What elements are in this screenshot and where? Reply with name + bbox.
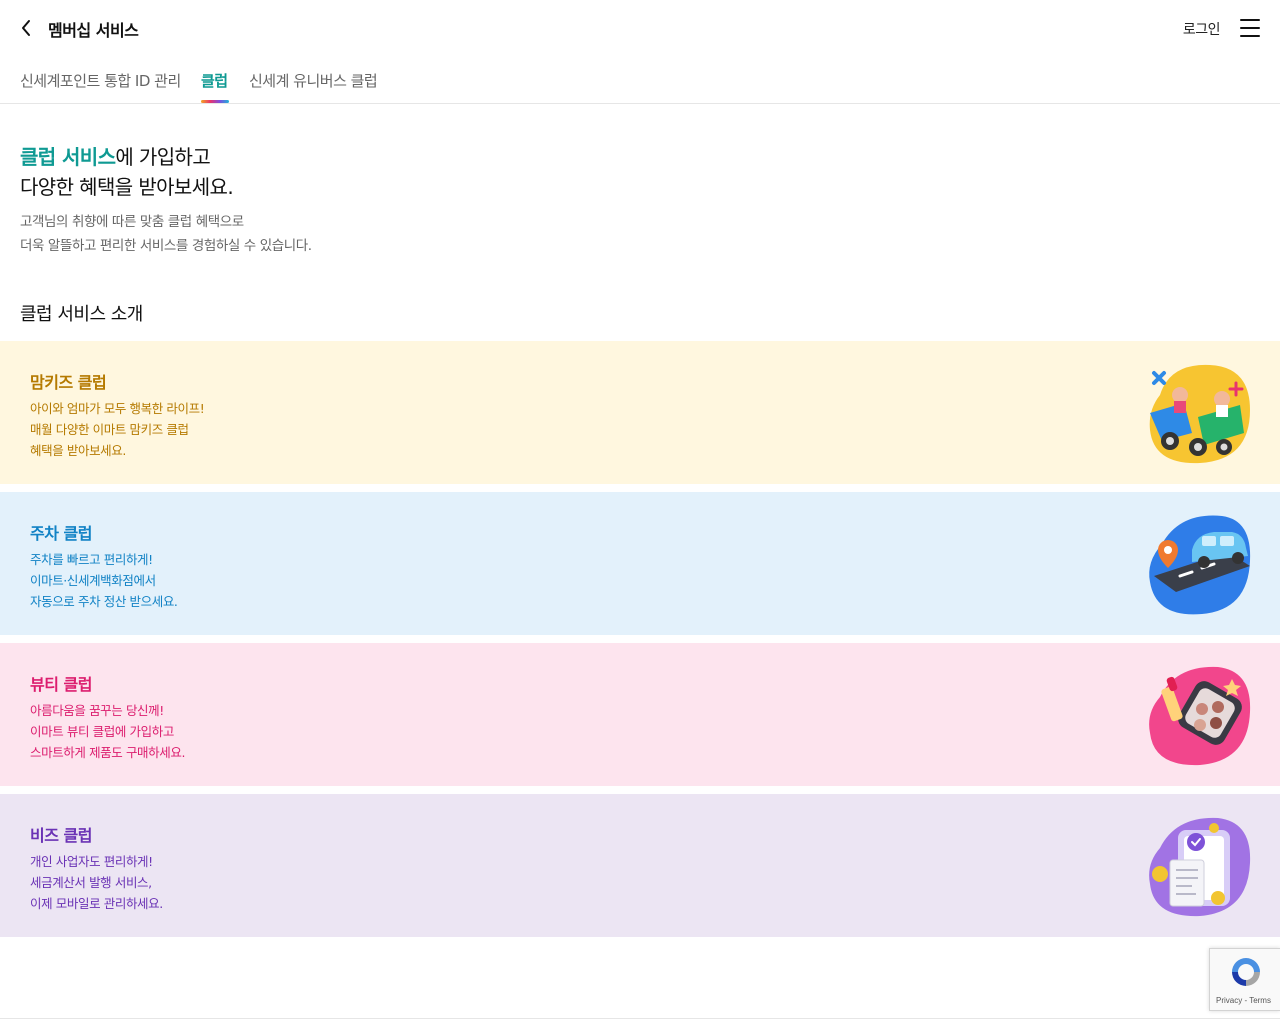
active-tab-indicator: [201, 100, 229, 103]
club-desc-line: 혜택을 받아보세요.: [30, 443, 126, 458]
chevron-left-icon: [22, 20, 30, 36]
club-description: 아름다움을 꿈꾸는 당신께! 이마트 뷰티 클럽에 가입하고 스마트하게 제품도…: [30, 700, 185, 763]
hero-line-1-rest: 에 가입하고: [115, 145, 211, 169]
club-name: 비즈 클럽: [30, 826, 92, 845]
hero-sub-line-1: 고객님의 취향에 따른 맞춤 클럽 혜택으로: [20, 214, 244, 230]
recaptcha-icon: [1232, 958, 1260, 986]
receipt-phone-icon: [1149, 817, 1251, 917]
club-card-parking[interactable]: 주차 클럽 주차를 빠르고 편리하게! 이마트·신세계백화점에서 자동으로 주차…: [0, 492, 1280, 635]
club-desc-line: 이제 모바일로 관리하세요.: [30, 896, 163, 911]
club-desc-line: 주차를 빠르고 편리하게!: [30, 552, 153, 567]
club-card-momkids[interactable]: 맘키즈 클럽 아이와 엄마가 모두 행복한 라이프! 매월 다양한 이마트 맘키…: [0, 341, 1280, 484]
club-desc-line: 개인 사업자도 편리하게!: [30, 854, 153, 869]
hero-sub-line-2: 더욱 알뜰하고 편리한 서비스를 경험하실 수 있습니다.: [20, 238, 312, 254]
club-desc-line: 이마트·신세계백화점에서: [30, 573, 156, 588]
club-description: 아이와 엄마가 모두 행복한 라이프! 매월 다양한 이마트 맘키즈 클럽 혜택…: [30, 398, 205, 461]
cosmetics-icon: [1149, 666, 1251, 766]
club-desc-line: 자동으로 주차 정산 받으세요.: [30, 594, 178, 609]
club-desc-line: 매월 다양한 이마트 맘키즈 클럽: [30, 422, 189, 437]
tab-bar: 신세계포인트 통합 ID 관리 클럽 신세계 유니버스 클럽: [0, 56, 1280, 104]
back-button[interactable]: [14, 14, 38, 42]
parking-car-icon: [1149, 515, 1251, 615]
menu-line: [1240, 35, 1260, 37]
club-name: 맘키즈 클럽: [30, 373, 107, 392]
club-desc-line: 아름다움을 꿈꾸는 당신께!: [30, 703, 164, 718]
hamburger-menu-icon[interactable]: [1240, 17, 1260, 39]
bottom-divider: [0, 1018, 1280, 1019]
club-desc-line: 세금계산서 발행 서비스,: [30, 875, 152, 890]
menu-line: [1240, 27, 1260, 29]
tab-universe-club[interactable]: 신세계 유니버스 클럽: [249, 70, 378, 91]
club-name: 주차 클럽: [30, 524, 92, 543]
page-title: 멤버십 서비스: [48, 21, 139, 40]
tab-point-id[interactable]: 신세계포인트 통합 ID 관리: [20, 70, 181, 91]
kids-car-icon: [1149, 364, 1250, 464]
hero-line-2: 다양한 혜택을 받아보세요.: [20, 175, 234, 199]
club-description: 개인 사업자도 편리하게! 세금계산서 발행 서비스, 이제 모바일로 관리하세…: [30, 851, 163, 914]
club-desc-line: 스마트하게 제품도 구매하세요.: [30, 745, 186, 760]
club-card-beauty[interactable]: 뷰티 클럽 아름다움을 꿈꾸는 당신께! 이마트 뷰티 클럽에 가입하고 스마트…: [0, 643, 1280, 786]
club-description: 주차를 빠르고 편리하게! 이마트·신세계백화점에서 자동으로 주차 정산 받으…: [30, 549, 178, 612]
club-desc-line: 아이와 엄마가 모두 행복한 라이프!: [30, 401, 205, 416]
section-title: 클럽 서비스 소개: [20, 304, 143, 325]
recaptcha-badge[interactable]: Privacy - Terms: [1209, 948, 1280, 1011]
hero-accent: 클럽 서비스: [20, 145, 116, 169]
recaptcha-links[interactable]: Privacy - Terms: [1216, 996, 1271, 1005]
club-desc-line: 이마트 뷰티 클럽에 가입하고: [30, 724, 174, 739]
app-header: 멤버십 서비스 로그인: [0, 0, 1280, 56]
hero-line-1: 클럽 서비스에 가입하고: [20, 142, 233, 172]
hero-heading: 클럽 서비스에 가입하고 다양한 혜택을 받아보세요.: [20, 142, 234, 202]
menu-line: [1240, 19, 1260, 21]
login-link[interactable]: 로그인: [1183, 19, 1221, 39]
club-card-biz[interactable]: 비즈 클럽 개인 사업자도 편리하게! 세금계산서 발행 서비스, 이제 모바일…: [0, 794, 1280, 937]
club-name: 뷰티 클럽: [30, 675, 92, 694]
tab-club[interactable]: 클럽: [201, 70, 228, 91]
hero-description: 고객님의 취향에 따른 맞춤 클럽 혜택으로 더욱 알뜰하고 편리한 서비스를 …: [20, 210, 312, 258]
